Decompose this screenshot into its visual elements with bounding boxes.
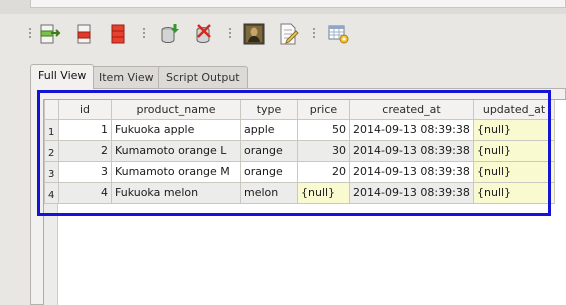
toolbar-grip[interactable] xyxy=(228,28,232,40)
save-to-db-icon[interactable] xyxy=(158,22,182,46)
cell-type[interactable]: melon xyxy=(240,181,298,204)
cell-id[interactable]: 3 xyxy=(58,160,112,183)
tab-item-view[interactable]: Item View xyxy=(91,66,162,88)
cell-product-name[interactable]: Fukuoka apple xyxy=(111,118,241,141)
table-row[interactable]: 4 4 Fukuoka melon melon {null} 2014-09-1… xyxy=(44,181,555,204)
delete-all-rows-icon[interactable] xyxy=(106,22,130,46)
column-header-price[interactable]: price xyxy=(297,100,350,120)
cell-updated-at[interactable]: {null} xyxy=(473,139,555,162)
row-number[interactable]: 2 xyxy=(44,139,59,162)
tab-script-output[interactable]: Script Output xyxy=(158,66,248,88)
cell-created-at[interactable]: 2014-09-13 08:39:38 xyxy=(349,160,474,183)
cell-price[interactable]: 50 xyxy=(297,118,350,141)
delete-from-db-icon[interactable] xyxy=(192,22,216,46)
table-row[interactable]: 1 1 Fukuoka apple apple 50 2014-09-13 08… xyxy=(44,118,555,141)
column-header-type[interactable]: type xyxy=(240,100,298,120)
cell-price[interactable]: {null} xyxy=(297,181,350,204)
table-row[interactable]: 2 2 Kumamoto orange L orange 30 2014-09-… xyxy=(44,139,555,162)
cell-created-at[interactable]: 2014-09-13 08:39:38 xyxy=(349,139,474,162)
column-header-product-name[interactable]: product_name xyxy=(111,100,241,120)
edit-document-icon[interactable] xyxy=(276,22,300,46)
column-header-updated-at[interactable]: updated_at xyxy=(473,100,555,120)
column-header-created-at[interactable]: created_at xyxy=(349,100,474,120)
result-grid[interactable]: id product_name type price created_at up… xyxy=(43,99,566,305)
cell-updated-at[interactable]: {null} xyxy=(473,160,555,183)
header-row: id product_name type price created_at up… xyxy=(44,100,555,120)
row-number[interactable]: 1 xyxy=(44,118,59,141)
tab-label: Full View xyxy=(38,69,87,82)
cell-id[interactable]: 4 xyxy=(58,181,112,204)
cell-price[interactable]: 20 xyxy=(297,160,350,183)
cell-price[interactable]: 30 xyxy=(297,139,350,162)
cell-product-name[interactable]: Kumamoto orange L xyxy=(111,139,241,162)
tab-label: Script Output xyxy=(166,71,240,84)
top-field xyxy=(30,0,566,8)
table-row[interactable]: 3 3 Kumamoto orange M orange 20 2014-09-… xyxy=(44,160,555,183)
toolbar xyxy=(0,14,566,54)
toolbar-grip[interactable] xyxy=(142,28,146,40)
cell-product-name[interactable]: Kumamoto orange M xyxy=(111,160,241,183)
full-view-panel: id product_name type price created_at up… xyxy=(30,88,566,305)
tab-label: Item View xyxy=(99,71,154,84)
cell-product-name[interactable]: Fukuoka melon xyxy=(111,181,241,204)
cell-created-at[interactable]: 2014-09-13 08:39:38 xyxy=(349,118,474,141)
cell-type[interactable]: orange xyxy=(240,160,298,183)
toolbar-grip[interactable] xyxy=(312,28,316,40)
delete-row-icon[interactable] xyxy=(72,22,96,46)
corner-cell[interactable] xyxy=(44,100,59,120)
tab-full-view[interactable]: Full View xyxy=(30,64,95,89)
insert-row-icon[interactable] xyxy=(38,22,62,46)
result-table: id product_name type price created_at up… xyxy=(44,100,555,204)
cell-id[interactable]: 2 xyxy=(58,139,112,162)
cell-updated-at[interactable]: {null} xyxy=(473,118,555,141)
cell-type[interactable]: orange xyxy=(240,139,298,162)
toolbar-grip[interactable] xyxy=(28,28,32,40)
top-strip xyxy=(0,0,566,14)
column-header-id[interactable]: id xyxy=(58,100,112,120)
row-number[interactable]: 3 xyxy=(44,160,59,183)
table-settings-icon[interactable] xyxy=(326,22,350,46)
image-viewer-icon[interactable] xyxy=(242,22,266,46)
row-number[interactable]: 4 xyxy=(44,181,59,204)
cell-updated-at[interactable]: {null} xyxy=(473,181,555,204)
cell-created-at[interactable]: 2014-09-13 08:39:38 xyxy=(349,181,474,204)
cell-id[interactable]: 1 xyxy=(58,118,112,141)
cell-type[interactable]: apple xyxy=(240,118,298,141)
